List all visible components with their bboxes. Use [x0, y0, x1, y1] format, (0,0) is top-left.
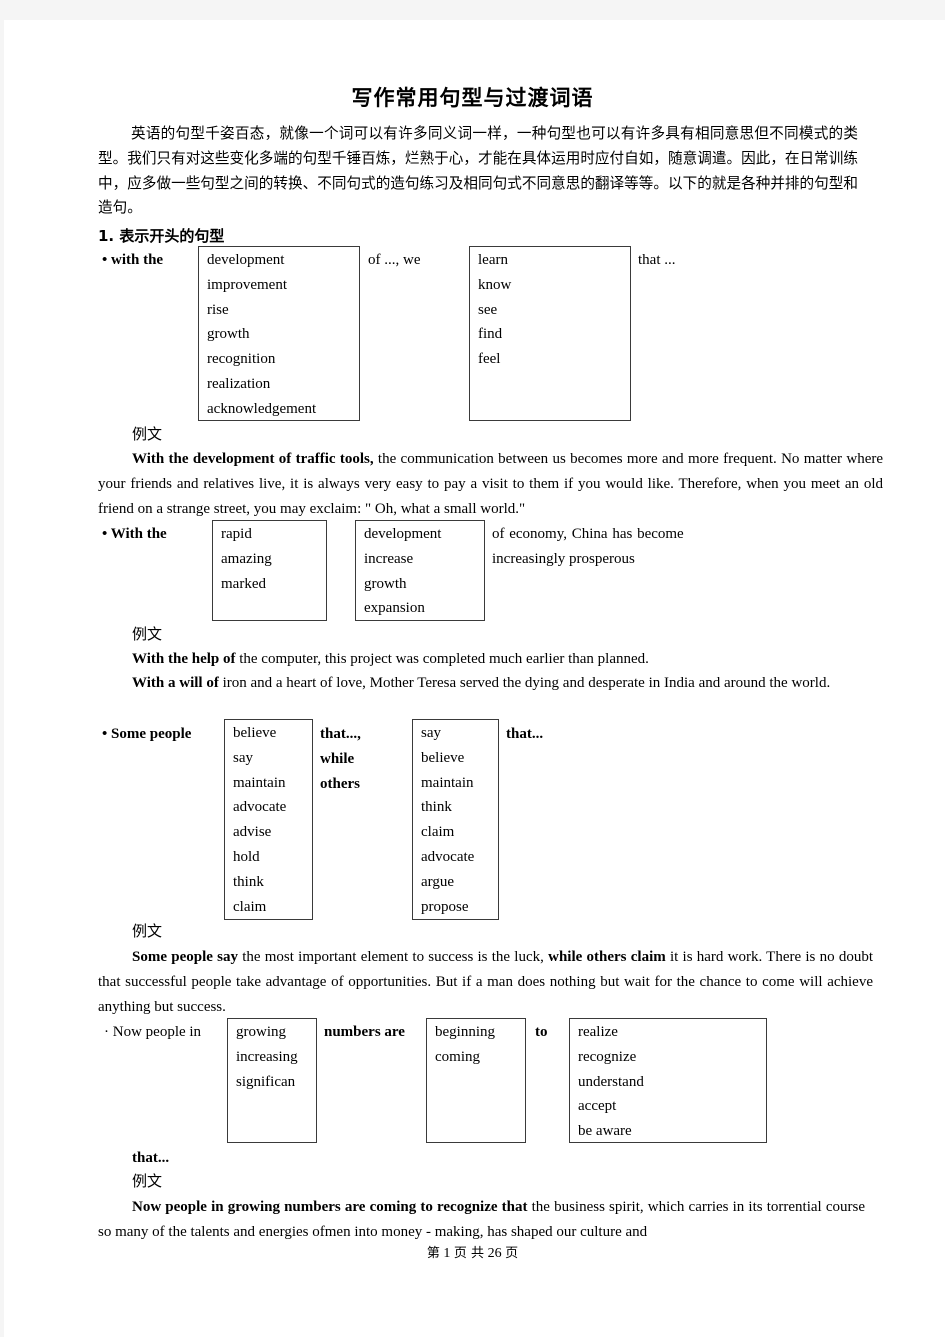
pattern4-lead: · Now people in	[104, 1024, 202, 1040]
example-bold: while others claim	[548, 949, 666, 965]
word-option: claim	[421, 824, 455, 841]
pattern3-tail: that...	[506, 726, 544, 742]
intro-paragraph: 英语的句型千姿百态，就像一个词可以有许多同义词一样，一种句型也可以有许多具有相同…	[98, 125, 858, 217]
word-option: recognize	[578, 1048, 637, 1065]
word-option: know	[478, 276, 512, 293]
word-option: significan	[236, 1073, 296, 1090]
word-option: growth	[207, 326, 250, 343]
word-option: coming	[435, 1048, 480, 1065]
footer-mid: 页 共	[453, 1246, 485, 1261]
pattern4-box3: realize recognize understand accept be aware	[569, 1018, 767, 1143]
pattern3-mid: that..., while others	[320, 722, 361, 796]
word-option: accept	[578, 1098, 617, 1115]
word-option: marked	[221, 575, 266, 592]
document-title: 写作常用句型与过渡词语	[351, 86, 594, 110]
pattern1-box2: learn know see find feel	[469, 246, 631, 421]
word-option: realization	[207, 375, 271, 392]
word-option: believe	[233, 725, 277, 741]
pattern3-box2: say believe maintain think claim advocate argu…	[412, 719, 499, 920]
word-option: improvement	[207, 276, 287, 293]
pattern2-lead: • With the	[102, 526, 167, 542]
example-bold: With the help of	[132, 651, 236, 667]
section-heading: 1. 表示开头的句型	[98, 227, 225, 245]
pattern3-mid-line: that...,	[320, 726, 361, 742]
pattern2-example-2: With a will of iron and a heart of love,…	[98, 671, 858, 696]
pattern3-mid-line: others	[320, 775, 360, 792]
word-option: rise	[207, 301, 229, 318]
word-option: amazing	[221, 550, 272, 567]
word-option: think	[421, 799, 452, 816]
word-option: development	[207, 252, 285, 268]
example-label: 例文	[132, 625, 163, 643]
pattern2-tail-line1: of economy, China has become	[492, 526, 684, 542]
word-option: propose	[421, 898, 469, 915]
pattern2-example-1: With the help of the computer, this proj…	[98, 647, 858, 672]
pattern1-tail: that ...	[638, 252, 676, 268]
word-option: beginning	[435, 1024, 495, 1040]
pattern2-tail-line2: increasingly prosperous	[492, 551, 635, 567]
word-option: maintain	[421, 774, 474, 791]
word-option: growth	[364, 575, 407, 592]
word-option: development	[364, 526, 442, 542]
example-label: 例文	[132, 425, 163, 443]
footer-page-number: 1	[443, 1246, 451, 1261]
pattern3-lead: • Some people	[102, 726, 192, 742]
word-option: increase	[364, 550, 414, 567]
word-option: find	[478, 326, 503, 343]
pattern3-mid-line: while	[320, 750, 355, 767]
example-bold: With a will of	[132, 675, 219, 691]
word-option: rapid	[221, 526, 252, 542]
word-option: acknowledgement	[207, 400, 317, 417]
footer-total-pages: 26	[487, 1246, 502, 1261]
pattern2-box2: development increase growth expansion	[355, 520, 485, 621]
word-option: say	[421, 725, 441, 741]
word-option: see	[478, 301, 498, 318]
word-option: increasing	[236, 1048, 298, 1065]
pattern4-box2: beginning coming	[426, 1018, 526, 1143]
word-option: believe	[421, 749, 465, 766]
word-option: advise	[233, 824, 272, 841]
word-option: advocate	[233, 799, 287, 816]
word-option: learn	[478, 252, 508, 268]
footer-prefix: 第	[426, 1246, 440, 1261]
example-bold: Now people in growing numbers are coming…	[132, 1199, 528, 1215]
pattern4-mid: numbers are	[324, 1024, 405, 1040]
word-option: advocate	[421, 848, 475, 865]
pattern3-example: Some people say the most important eleme…	[98, 945, 873, 1019]
pattern1-example: With the development of traffic tools, t…	[98, 447, 883, 521]
example-label: 例文	[132, 922, 163, 940]
word-option: growing	[236, 1024, 286, 1040]
word-option: be aware	[578, 1123, 632, 1140]
word-option: hold	[233, 848, 260, 865]
word-option: expansion	[364, 600, 425, 617]
pattern1-box1: development improvement rise growth recognit…	[198, 246, 360, 421]
example-text: the most important element to success is…	[237, 949, 549, 965]
pattern4-example: Now people in growing numbers are coming…	[98, 1195, 865, 1245]
pattern4-box1: growing increasing significan	[227, 1018, 317, 1143]
word-option: say	[233, 749, 253, 766]
word-option: understand	[578, 1073, 644, 1090]
example-text: the computer, this project was completed…	[235, 651, 649, 667]
example-bold: Some people say	[132, 949, 238, 965]
word-option: claim	[233, 898, 267, 915]
example-text: iron and a heart of love, Mother Teresa …	[218, 675, 831, 691]
pattern1-lead: • with the	[102, 252, 164, 268]
example-label: 例文	[132, 1172, 163, 1190]
page-footer: 第 1 页 共 26 页	[0, 1242, 945, 1262]
pattern4-to: to	[535, 1024, 548, 1040]
pattern2-box1: rapid amazing marked	[212, 520, 327, 621]
footer-suffix: 页	[505, 1246, 519, 1261]
pattern1-mid: of ..., we	[368, 252, 421, 268]
word-option: realize	[578, 1024, 618, 1040]
example-bold: With the development of traffic tools,	[132, 451, 374, 467]
word-option: feel	[478, 351, 501, 368]
word-option: recognition	[207, 351, 276, 368]
word-option: think	[233, 873, 264, 890]
pattern4-tail: that...	[132, 1150, 170, 1166]
word-option: maintain	[233, 774, 286, 791]
word-option: argue	[421, 873, 455, 890]
pattern3-box1: believe say maintain advocate advise hold thin…	[224, 719, 313, 920]
